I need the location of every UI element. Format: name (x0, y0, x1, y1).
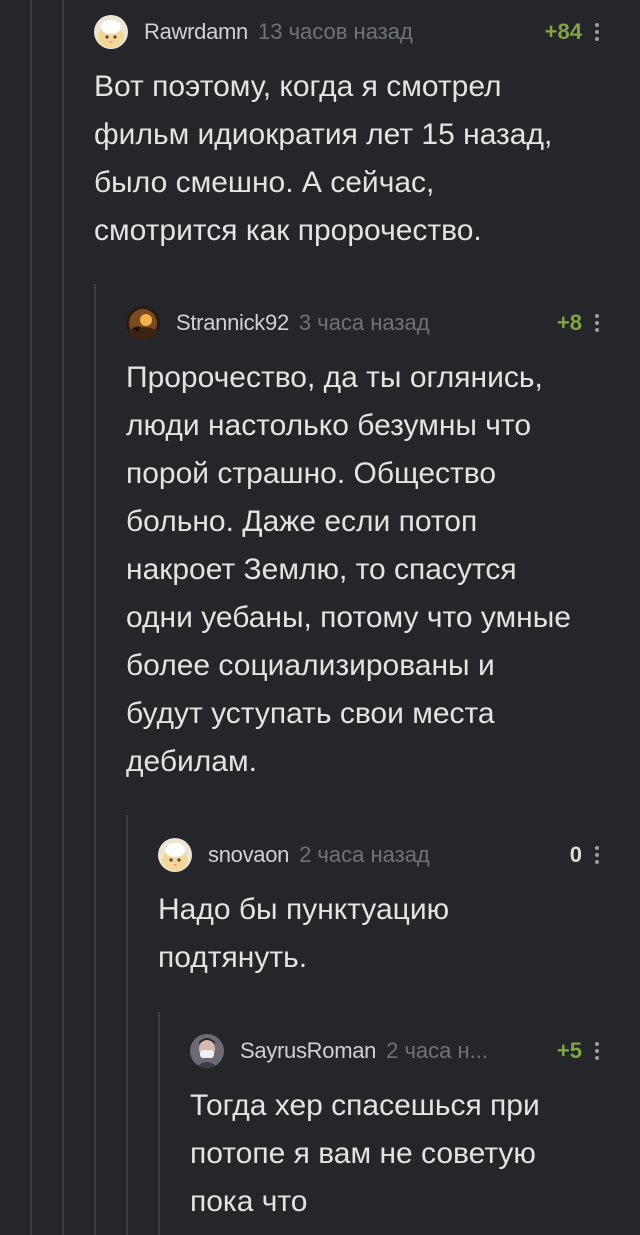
thread-line-4 (126, 815, 128, 1235)
avatar[interactable] (94, 15, 128, 49)
comment-line: было смешно. А сейчас, (94, 166, 435, 199)
comment-text: Тогда хер спасешься при потопе я вам не … (190, 1082, 640, 1226)
comment-line: одни уебаны, потому что умные (126, 601, 571, 634)
avatar[interactable] (190, 1034, 224, 1068)
thread-line-5 (158, 1012, 160, 1235)
avatar[interactable] (158, 838, 192, 872)
comment-text: Пророчество, да ты оглянись, люди настол… (126, 354, 640, 786)
comment-line: Надо бы пунктуацию (158, 893, 450, 926)
comment: Strannick92 3 часа назад +8 Пророчество,… (126, 306, 640, 786)
comment-line: накроет Землю, то спасутся (126, 553, 517, 586)
rating: +8 (556, 310, 582, 335)
comment-line: будут уступать свои места (126, 697, 495, 730)
more-options-icon[interactable] (594, 846, 600, 864)
thread-line-3 (94, 284, 96, 1235)
thread-line-1 (30, 0, 32, 1235)
comment-line: пока что (190, 1185, 308, 1218)
comment-line: подтянуть. (158, 941, 308, 974)
comment-line: Пророчество, да ты оглянись, (126, 361, 543, 394)
comment-line: люди настолько безумны что (126, 409, 531, 442)
username[interactable]: snovaon (208, 842, 289, 868)
comment-line: смотрится как пророчество. (94, 214, 482, 247)
comment-text: Вот поэтому, когда я смотрел фильм идиок… (94, 63, 640, 255)
comment-header: Strannick92 3 часа назад +8 (126, 306, 640, 340)
timestamp[interactable]: 2 часа назад (299, 842, 430, 868)
username[interactable]: Rawrdamn (144, 19, 248, 45)
comment: snovaon 2 часа назад 0 Надо бы пунктуаци… (158, 838, 640, 982)
timestamp[interactable]: 13 часов назад (258, 19, 413, 45)
sunset-avatar-icon (126, 306, 160, 340)
comment-line: Вот поэтому, когда я смотрел (94, 70, 502, 103)
avatar[interactable] (126, 306, 160, 340)
thread-line-2 (62, 0, 64, 1235)
comment-line: потопе я вам не советую (190, 1137, 536, 1170)
fluffy-chick-avatar-icon (158, 838, 192, 872)
rating: +5 (556, 1038, 582, 1063)
more-options-icon[interactable] (594, 314, 600, 332)
comment-header: snovaon 2 часа назад 0 (158, 838, 640, 872)
timestamp[interactable]: 2 часа н... (386, 1038, 488, 1064)
more-options-icon[interactable] (594, 1042, 600, 1060)
timestamp[interactable]: 3 часа назад (299, 310, 430, 336)
comment-text: Надо бы пунктуацию подтянуть. (158, 886, 640, 982)
fluffy-chick-avatar-icon (94, 15, 128, 49)
comment-line: дебилам. (126, 745, 257, 778)
comment-line: более социализированы и (126, 649, 495, 682)
comment: SayrusRoman 2 часа н... +5 Тогда хер спа… (190, 1034, 640, 1226)
comment-line: фильм идиократия лет 15 назад, (94, 118, 553, 151)
rating: 0 (569, 842, 582, 867)
masked-person-avatar-icon (190, 1034, 224, 1068)
more-options-icon[interactable] (594, 23, 600, 41)
comment-line: порой страшно. Общество (126, 457, 497, 490)
comment-header: SayrusRoman 2 часа н... +5 (190, 1034, 640, 1068)
rating: +84 (544, 19, 582, 44)
comment-line: больно. Даже если потоп (126, 505, 478, 538)
comment-line: Тогда хер спасешься при (190, 1089, 540, 1122)
comment: Rawrdamn 13 часов назад +84 Вот поэтому,… (94, 15, 640, 255)
comment-header: Rawrdamn 13 часов назад +84 (94, 15, 640, 49)
username[interactable]: SayrusRoman (240, 1038, 376, 1064)
username[interactable]: Strannick92 (176, 310, 289, 336)
